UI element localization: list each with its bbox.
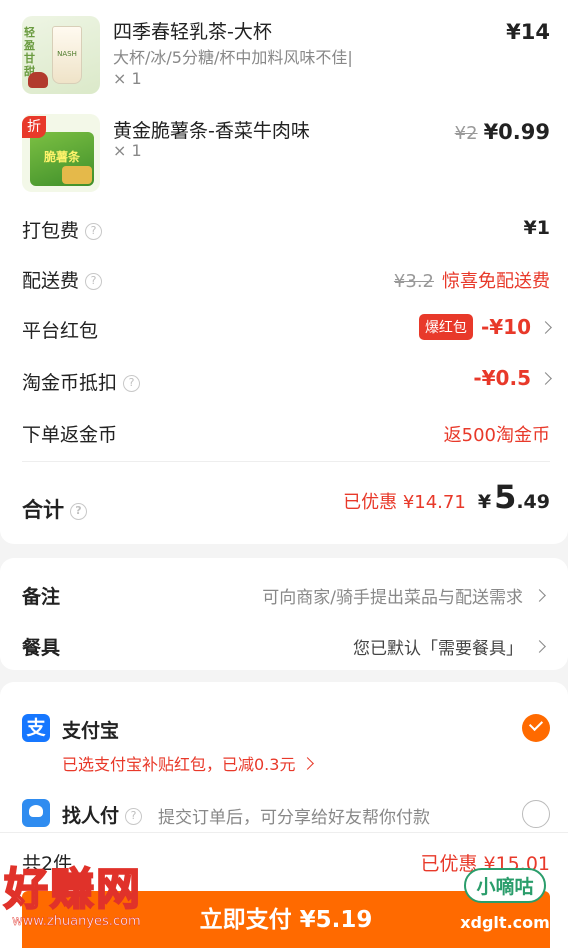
watermark-left: 好赚网 www.zhuanyes.com <box>3 864 194 930</box>
red-packet-row[interactable]: 爆红包 -¥10 <box>418 314 552 340</box>
help-icon[interactable]: ? <box>85 273 103 290</box>
delivery-fee-value: ¥3.2 惊喜免配送费 <box>394 267 550 293</box>
thumb-label: 轻盈甘甜 <box>24 26 35 78</box>
friend-pay-desc: 提交订单后，可分享给好友帮你付款 <box>158 808 430 828</box>
alipay-selected-check[interactable] <box>522 714 550 742</box>
watermark-left-url: www.zhuanyes.com <box>12 914 141 929</box>
friend-pay-radio[interactable] <box>522 800 550 828</box>
chevron-right-icon <box>539 371 552 385</box>
total-currency: ¥ <box>477 491 492 513</box>
check-icon <box>528 716 544 732</box>
hand-heart-shape <box>29 805 43 817</box>
fries-bag-text: 脆薯条 <box>43 150 80 164</box>
coin-deduct-label: 淘金币抵扣? <box>22 368 141 395</box>
watermark-right-text: 小嘀咕 <box>464 868 546 903</box>
item-old-price: ¥2 ¥0.99 <box>455 120 550 144</box>
milk-tea-thumbnail[interactable]: 轻盈甘甜 NASH <box>22 16 100 94</box>
item-name: 黄金脆薯条-香菜牛肉味 <box>113 120 310 142</box>
help-icon[interactable]: ? <box>85 223 103 240</box>
chevron-right-icon <box>301 756 315 770</box>
item-price: ¥14 <box>506 20 550 44</box>
return-coin-label: 下单返金币 <box>22 424 118 446</box>
item-qty: × 1 <box>113 69 142 88</box>
utensils-label: 餐具 <box>22 637 61 659</box>
pay-now-label: 立即支付 ¥5.19 <box>199 907 373 933</box>
item-spec: 大杯/冰/5分糖/杯中加料风味不佳| <box>113 48 353 67</box>
old-price: ¥2 <box>454 123 478 144</box>
utensils-row[interactable]: 您已默认「需要餐具」 <box>353 634 546 659</box>
alipay-subsidy-text: 已选支付宝补贴红包，已减0.3元 <box>62 755 296 774</box>
utensils-value: 您已默认「需要餐具」 <box>353 639 523 659</box>
red-packet-label: 平台红包 <box>22 320 99 342</box>
packing-fee-label: 打包费? <box>22 216 103 243</box>
total-saved: 已优惠 ¥14.71 <box>343 492 466 513</box>
watermark-right-url: xdglt.com <box>460 913 550 932</box>
help-icon[interactable]: ? <box>70 502 87 520</box>
total-dec: .49 <box>516 491 550 513</box>
note-value: 可向商家/骑手提出菜品与配送需求 <box>262 588 523 608</box>
return-coin-value: 返500淘金币 <box>443 425 550 446</box>
teapot-shape <box>28 72 48 88</box>
chevron-right-icon <box>533 589 546 602</box>
watermark-left-text: 好赚网 <box>3 864 142 915</box>
remarks-card: 备注 可向商家/骑手提出菜品与配送需求 餐具 您已默认「需要餐具」 <box>0 558 568 670</box>
total-value: 已优惠 ¥14.71 ¥ 5 .49 <box>343 478 550 516</box>
note-row[interactable]: 可向商家/骑手提出菜品与配送需求 <box>262 583 546 608</box>
red-packet-badge: 爆红包 <box>418 314 473 340</box>
total-label: 合计? <box>22 494 87 524</box>
note-label: 备注 <box>22 586 61 608</box>
alipay-icon: 支 <box>22 714 50 742</box>
friend-pay-label: 找人付? <box>62 801 143 828</box>
total-int: 5 <box>494 478 517 516</box>
cup-brand: NASH <box>57 50 77 58</box>
friend-pay-icon <box>22 799 50 827</box>
help-icon[interactable]: ? <box>125 808 143 825</box>
alipay-label: 支付宝 <box>62 720 120 742</box>
item-name: 四季春轻乳茶-大杯 <box>113 21 272 43</box>
red-packet-value: -¥10 <box>480 315 531 339</box>
watermark-right: 小嘀咕 xdglt.com <box>450 868 560 932</box>
delivery-old-fee: ¥3.2 <box>393 271 434 292</box>
chevron-right-icon <box>539 320 552 334</box>
discount-badge: 折 <box>22 116 46 138</box>
item-qty: × 1 <box>113 141 142 160</box>
help-icon[interactable]: ? <box>123 375 141 392</box>
order-card: 轻盈甘甜 NASH 四季春轻乳茶-大杯 大杯/冰/5分糖/杯中加料风味不佳| ×… <box>0 0 568 544</box>
packing-fee-value: ¥1 <box>523 217 550 239</box>
delivery-fee-label: 配送费? <box>22 266 103 293</box>
chevron-right-icon <box>533 640 546 653</box>
item-price: ¥0.99 <box>483 120 550 144</box>
alipay-subsidy-row[interactable]: 已选支付宝补贴红包，已减0.3元 <box>62 751 315 775</box>
coin-deduct-row[interactable]: -¥0.5 <box>473 366 552 390</box>
free-delivery-text: 惊喜免配送费 <box>442 271 550 292</box>
coin-deduct-value: -¥0.5 <box>473 366 531 390</box>
fries-shape <box>62 166 92 184</box>
divider <box>22 461 550 462</box>
